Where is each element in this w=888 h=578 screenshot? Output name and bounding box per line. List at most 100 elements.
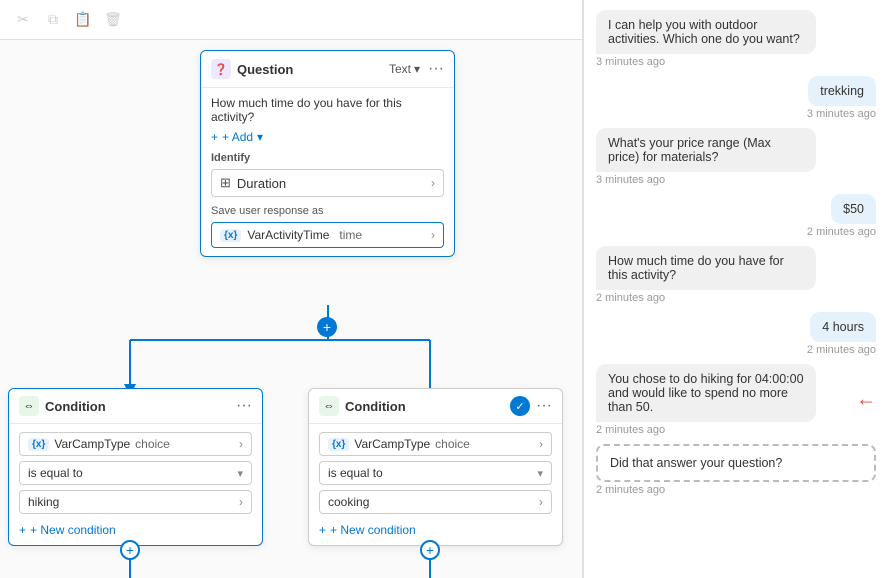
toolbar: ✂ ⧉ 📋 🗑	[0, 0, 582, 40]
card-body: How much time do you have for this activ…	[201, 88, 454, 256]
canvas-area: ✂ ⧉ 📋 🗑	[0, 0, 583, 578]
operator-text-right: is equal to	[328, 466, 383, 480]
field-chevron-right: ›	[539, 437, 543, 451]
new-condition-left[interactable]: + + New condition	[19, 519, 252, 537]
condition-card-left: ⇔ Condition ··· {x} VarCampType choice ›…	[8, 388, 263, 546]
var-type: time	[339, 228, 362, 242]
field-type-left: choice	[135, 437, 170, 451]
condition-more-right[interactable]: ···	[536, 397, 552, 415]
chat-bubble-user-1: trekking	[808, 76, 876, 106]
bottom-plus-right[interactable]: +	[420, 540, 440, 560]
operator-select-right[interactable]: is equal to ▾	[319, 461, 552, 485]
chat-group-4: $50 2 minutes ago	[596, 194, 876, 238]
chat-panel: I can help you with outdoor activities. …	[583, 0, 888, 578]
type-badge: Text ▾	[389, 62, 420, 76]
operator-text-left: is equal to	[28, 466, 83, 480]
more-options-button[interactable]: ···	[428, 60, 444, 78]
connector-plus-main[interactable]: +	[317, 317, 337, 337]
field-left: {x} VarCampType choice	[28, 437, 239, 451]
chat-group-5: How much time do you have for this activ…	[596, 246, 876, 304]
identify-label: Identify	[211, 152, 444, 164]
chat-bubble-bot-1: I can help you with outdoor activities. …	[596, 10, 816, 54]
var-badge: {x}	[220, 229, 241, 242]
bottom-plus-left[interactable]: +	[120, 540, 140, 560]
field-chevron-left: ›	[239, 437, 243, 451]
chat-bubble-bot-4: You chose to do hiking for 04:00:00 and …	[596, 364, 816, 422]
delete-icon[interactable]: 🗑	[104, 11, 122, 29]
card-title: Question	[237, 62, 293, 77]
clipboard-icon[interactable]: 📋	[74, 11, 92, 29]
var-field-right[interactable]: {x} VarCampType choice ›	[319, 432, 552, 456]
chat-bubble-bot-2: What's your price range (Max price) for …	[596, 128, 816, 172]
condition-header-right: ⇔ Condition ✓ ···	[309, 389, 562, 424]
chat-group-7: You chose to do hiking for 04:00:00 and …	[596, 364, 876, 436]
identify-row[interactable]: ⊞ Duration ›	[211, 169, 444, 197]
value-row-right[interactable]: cooking ›	[319, 490, 552, 514]
operator-select-left[interactable]: is equal to ▾	[19, 461, 252, 485]
chevron-right-icon: ›	[431, 176, 435, 190]
chat-time-3: 3 minutes ago	[596, 174, 876, 186]
new-condition-right[interactable]: + + New condition	[319, 519, 552, 537]
chat-time-4: 2 minutes ago	[807, 226, 876, 238]
chat-group-8: Did that answer your question? 2 minutes…	[596, 444, 876, 496]
add-button[interactable]: + + Add ▾	[211, 130, 444, 144]
identify-value: Duration	[237, 176, 286, 191]
condition-header-left: ⇔ Condition ···	[9, 389, 262, 424]
arrow-indicator: ←	[856, 389, 876, 412]
chat-time-2: 3 minutes ago	[807, 108, 876, 120]
save-label: Save user response as	[211, 205, 444, 217]
field-name-left: VarCampType	[54, 437, 130, 451]
condition-title-right: Condition	[345, 399, 406, 414]
var-chevron-icon: ›	[431, 228, 435, 242]
chat-group-2: trekking 3 minutes ago	[596, 76, 876, 120]
identify-left: ⊞ Duration	[220, 175, 286, 191]
question-icon: ❓	[211, 59, 231, 79]
condition-check-right: ✓	[510, 396, 530, 416]
canvas-content: ❓ Question Text ▾ ··· How much time do y…	[0, 40, 582, 578]
chat-time-6: 2 minutes ago	[807, 344, 876, 356]
copy-icon[interactable]: ⧉	[44, 11, 62, 29]
condition-more-left[interactable]: ···	[236, 397, 252, 415]
chat-time-1: 3 minutes ago	[596, 56, 876, 68]
condition-body-right: {x} VarCampType choice › is equal to ▾ c…	[309, 424, 562, 545]
field-right: {x} VarCampType choice	[328, 437, 539, 451]
chat-bubble-user-3: 4 hours	[810, 312, 876, 342]
chat-time-7: 2 minutes ago	[596, 424, 876, 436]
value-chevron-right: ›	[539, 495, 543, 509]
value-row-left[interactable]: hiking ›	[19, 490, 252, 514]
x-badge-right: {x}	[328, 438, 349, 451]
question-text: How much time do you have for this activ…	[211, 96, 444, 124]
chat-time-5: 2 minutes ago	[596, 292, 876, 304]
var-row[interactable]: {x} VarActivityTime time ›	[211, 222, 444, 248]
chat-group-1: I can help you with outdoor activities. …	[596, 10, 876, 68]
condition-icon-right: ⇔	[319, 396, 339, 416]
value-text-right: cooking	[328, 495, 369, 509]
chat-bubble-bot-dashed: Did that answer your question?	[610, 456, 830, 470]
condition-title-left: Condition	[45, 399, 106, 414]
condition-header-inner-right: ⇔ Condition	[319, 396, 406, 416]
chat-group-6: 4 hours 2 minutes ago	[596, 312, 876, 356]
chat-bubble-bot-3: How much time do you have for this activ…	[596, 246, 816, 290]
chat-time-8: 2 minutes ago	[596, 484, 876, 496]
card-header: ❓ Question Text ▾ ···	[201, 51, 454, 88]
condition-body-left: {x} VarCampType choice › is equal to ▾ h…	[9, 424, 262, 545]
value-chevron-left: ›	[239, 495, 243, 509]
cut-icon[interactable]: ✂	[14, 11, 32, 29]
x-badge-left: {x}	[28, 438, 49, 451]
question-card: ❓ Question Text ▾ ··· How much time do y…	[200, 50, 455, 257]
table-icon: ⊞	[220, 175, 231, 191]
dashed-message-box: Did that answer your question?	[596, 444, 876, 482]
var-field-left[interactable]: {x} VarCampType choice ›	[19, 432, 252, 456]
card-header-right: Text ▾ ···	[389, 60, 444, 78]
var-left: {x} VarActivityTime time	[220, 228, 362, 242]
field-type-right: choice	[435, 437, 470, 451]
condition-header-inner-left: ⇔ Condition	[19, 396, 106, 416]
value-text-left: hiking	[28, 495, 59, 509]
operator-chevron-right: ▾	[537, 467, 543, 480]
card-header-left: ❓ Question	[211, 59, 293, 79]
chat-bubble-user-2: $50	[831, 194, 876, 224]
condition-card-right: ⇔ Condition ✓ ··· {x} VarCampType choice…	[308, 388, 563, 546]
chat-group-3: What's your price range (Max price) for …	[596, 128, 876, 186]
operator-chevron-left: ▾	[237, 467, 243, 480]
condition-icon-left: ⇔	[19, 396, 39, 416]
